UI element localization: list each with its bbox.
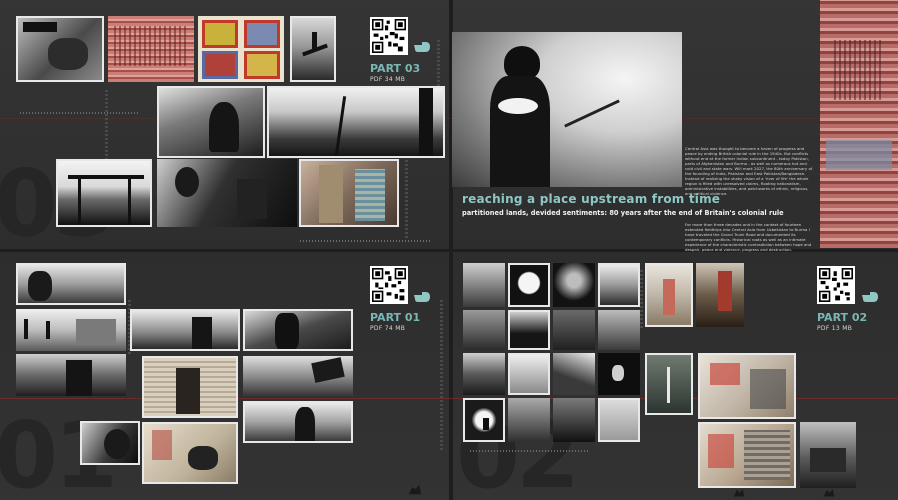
feature-photo[interactable] — [452, 32, 682, 187]
thumb-photo[interactable] — [16, 354, 126, 396]
part-01-label[interactable]: PART 01 — [370, 311, 420, 324]
thumb-photo[interactable] — [553, 310, 595, 350]
thumb-photo[interactable] — [508, 310, 550, 350]
thumb-photo[interactable] — [553, 263, 595, 307]
part-01-pdf-size: PDF 74 MB — [370, 325, 406, 332]
thumb-collage[interactable] — [142, 422, 238, 484]
pointing-hand-icon — [862, 292, 878, 302]
thumb-photo[interactable] — [463, 263, 505, 307]
thumb-photo[interactable] — [508, 398, 550, 442]
thumb-photo[interactable] — [598, 263, 640, 307]
thumb-collage[interactable] — [698, 353, 796, 419]
scribble-mark — [640, 270, 643, 330]
thumb-photo[interactable] — [243, 401, 353, 443]
scribble-mark — [105, 90, 108, 160]
thumb-photo[interactable] — [243, 356, 353, 398]
qr-code-part-01[interactable] — [370, 266, 408, 304]
thumb-photo[interactable] — [598, 310, 640, 350]
thumb-collage[interactable] — [108, 16, 194, 82]
thumb-photo[interactable] — [800, 422, 856, 488]
thumb-collage[interactable] — [698, 422, 796, 488]
feature-body-paragraph-1: Central Asia was thought to become a hav… — [685, 146, 813, 196]
part-03-pdf-size: PDF 34 MB — [370, 76, 406, 83]
figure-silhouette — [823, 489, 835, 497]
thumb-photo[interactable] — [243, 309, 353, 351]
thumb-photo[interactable] — [645, 353, 693, 415]
thumb-photo[interactable] — [598, 398, 640, 442]
scribble-mark — [440, 300, 443, 450]
thumb-photo[interactable] — [56, 159, 152, 227]
thumb-photo[interactable] — [130, 309, 240, 351]
part-02-pdf-size: PDF 13 MB — [817, 325, 853, 332]
feature-title: reaching a place upstream from time — [462, 192, 721, 206]
catalog-spread: 03 01 02 PART 03 PDF 34 MB — [0, 0, 898, 500]
thumb-photo[interactable] — [463, 310, 505, 350]
thumb-photo[interactable] — [157, 86, 265, 158]
qr-pattern — [372, 19, 406, 53]
figure-silhouette — [733, 489, 745, 497]
qr-code-part-03[interactable] — [370, 17, 408, 55]
thumb-photo[interactable] — [157, 159, 297, 227]
thumb-photo[interactable] — [267, 86, 445, 158]
part-02-label[interactable]: PART 02 — [817, 311, 867, 324]
thumb-photo[interactable] — [553, 398, 595, 442]
qr-pattern — [372, 268, 406, 302]
barcode-strip — [20, 112, 140, 114]
feature-subtitle: partitioned lands, devided sentiments: 8… — [462, 209, 784, 217]
thumb-photo[interactable] — [16, 309, 126, 351]
thumb-photo[interactable] — [16, 263, 126, 305]
thumb-photo[interactable] — [290, 16, 336, 82]
thumb-collage[interactable] — [299, 159, 399, 227]
barcode-strip — [470, 450, 590, 452]
part-03-label[interactable]: PART 03 — [370, 62, 420, 75]
thumb-photo[interactable] — [508, 353, 550, 395]
red-rule-top — [0, 118, 898, 119]
scribble-mark — [405, 160, 408, 240]
feature-body-paragraph-2: For more than three decades and in the c… — [685, 222, 812, 252]
pointing-hand-icon — [414, 42, 430, 52]
qr-code-part-02[interactable] — [817, 266, 855, 304]
pointing-hand-icon — [414, 292, 430, 302]
figure-silhouette — [408, 484, 421, 495]
thumb-photo[interactable] — [553, 353, 595, 395]
thumb-photo[interactable] — [463, 353, 505, 395]
edge-collage[interactable] — [820, 0, 898, 248]
thumb-photo[interactable] — [463, 398, 505, 442]
thumb-photo[interactable] — [16, 16, 104, 82]
thumb-color-photo[interactable] — [645, 263, 693, 327]
barcode-strip — [300, 240, 430, 242]
thumb-collage[interactable] — [142, 356, 238, 418]
thumb-photo[interactable] — [598, 353, 640, 395]
thumb-color-photo[interactable] — [696, 263, 744, 327]
thumb-photo[interactable] — [508, 263, 550, 307]
thumb-collage[interactable] — [198, 16, 284, 82]
thumb-photo[interactable] — [80, 421, 140, 465]
qr-pattern — [819, 268, 853, 302]
